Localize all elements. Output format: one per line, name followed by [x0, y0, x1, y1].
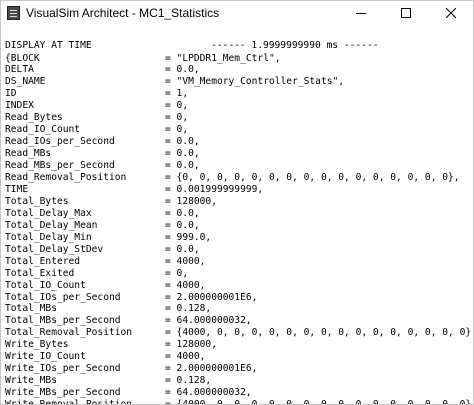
minimize-button[interactable]: [338, 1, 383, 25]
field-name: Total_Delay_StDev: [5, 243, 104, 255]
field-name: Write_Bytes: [5, 339, 69, 351]
field-name: DS_NAME: [5, 76, 46, 88]
field-name: Total_Delay_Min: [5, 231, 92, 243]
field-value: = 0,: [165, 267, 189, 279]
close-button[interactable]: [428, 1, 473, 25]
field-name: Total_Delay_Max: [5, 207, 92, 219]
field-value: = {4000, 0, 0, 0, 0, 0, 0, 0, 0, 0, 0, 0…: [165, 399, 473, 404]
field-name: Total_Bytes: [5, 195, 69, 207]
window-controls: [338, 1, 473, 25]
field-value: = 0.128,: [165, 303, 212, 315]
close-icon: [445, 8, 456, 18]
field-value: = 1,: [165, 88, 189, 100]
field-name: {BLOCK: [5, 52, 40, 64]
field-name: Read_Bytes: [5, 112, 63, 124]
field-name: Total_IO_Count: [5, 279, 86, 291]
field-name: Total_Entered: [5, 255, 81, 267]
maximize-button[interactable]: [383, 1, 428, 25]
title-bar[interactable]: VisualSim Architect - MC1_Statistics: [1, 1, 473, 25]
field-name: Total_MBs_per_Second: [5, 315, 121, 327]
field-name: Write_IOs_per_Second: [5, 363, 121, 375]
field-value: = 4000,: [165, 279, 206, 291]
field-value: = 0.001999999999,: [165, 183, 264, 195]
field-value: = 4000,: [165, 255, 206, 267]
field-value: = 0.0,: [165, 243, 200, 255]
field-value: = 0,: [165, 124, 189, 136]
field-name: Total_Removal_Position: [5, 327, 133, 339]
app-icon: [7, 6, 20, 20]
field-value: = 0,: [165, 100, 189, 112]
field-value: = "LPDDR1_Mem_Ctrl",: [165, 52, 281, 64]
report-header: DISPLAY AT TIME ------ 1.9999999990 ms -…: [5, 40, 379, 52]
field-value: = 0.128,: [165, 375, 212, 387]
field-name: ID: [5, 88, 17, 100]
field-value: = 0,: [165, 112, 189, 124]
field-value: = 0.0,: [165, 148, 200, 160]
field-name: Total_MBs: [5, 303, 57, 315]
statistics-window: VisualSim Architect - MC1_Statistics DIS…: [0, 0, 474, 405]
field-value: = 64.000000032,: [165, 387, 252, 399]
field-name: Write_IO_Count: [5, 351, 86, 363]
field-value: = 2.000000001E6,: [165, 363, 258, 375]
statistics-report[interactable]: DISPLAY AT TIME ------ 1.9999999990 ms -…: [1, 37, 473, 404]
field-value: = "VM_Memory_Controller_Stats",: [165, 76, 345, 88]
field-value: = 64.000000032,: [165, 315, 252, 327]
field-value: = 128000,: [165, 195, 217, 207]
field-name: Read_MBs_per_Second: [5, 160, 115, 172]
field-value: = {0, 0, 0, 0, 0, 0, 0, 0, 0, 0, 0, 0, 0…: [165, 172, 460, 183]
field-value: = 0.0,: [165, 207, 200, 219]
field-value: = 0.0,: [165, 160, 200, 172]
field-name: Write_MBs: [5, 375, 57, 387]
header-time: ------ 1.9999999990 ms ------: [211, 40, 379, 51]
field-name: DELTA: [5, 64, 34, 76]
field-value: = 999.0,: [165, 231, 212, 243]
field-value: = 0.0,: [165, 219, 200, 231]
field-value: = 128000,: [165, 339, 217, 351]
field-name: Write_Removal_Position: [5, 399, 132, 404]
minimize-icon: [355, 13, 366, 14]
field-value: = 0.0,: [165, 136, 200, 148]
field-name: Write_MBs_per_Second: [5, 387, 121, 399]
field-value: = 4000,: [165, 351, 206, 363]
window-title: VisualSim Architect - MC1_Statistics: [26, 6, 220, 20]
field-value: = 2.000000001E6,: [165, 291, 258, 303]
field-name: Read_Removal_Position: [5, 172, 127, 183]
field-name: INDEX: [5, 100, 34, 112]
header-label: DISPLAY AT TIME: [5, 40, 92, 51]
field-name: Total_Delay_Mean: [5, 219, 98, 231]
field-name: Read_IOs_per_Second: [5, 136, 115, 148]
field-name: TIME: [5, 183, 29, 195]
field-value: = 0.0,: [165, 64, 200, 76]
field-name: Read_MBs: [5, 148, 52, 160]
maximize-icon: [400, 8, 411, 18]
field-name: Read_IO_Count: [5, 124, 81, 136]
field-value: = {4000, 0, 0, 0, 0, 0, 0, 0, 0, 0, 0, 0…: [165, 327, 473, 339]
field-name: Total_Exited: [5, 267, 75, 279]
field-name: Total_IOs_per_Second: [5, 291, 121, 303]
